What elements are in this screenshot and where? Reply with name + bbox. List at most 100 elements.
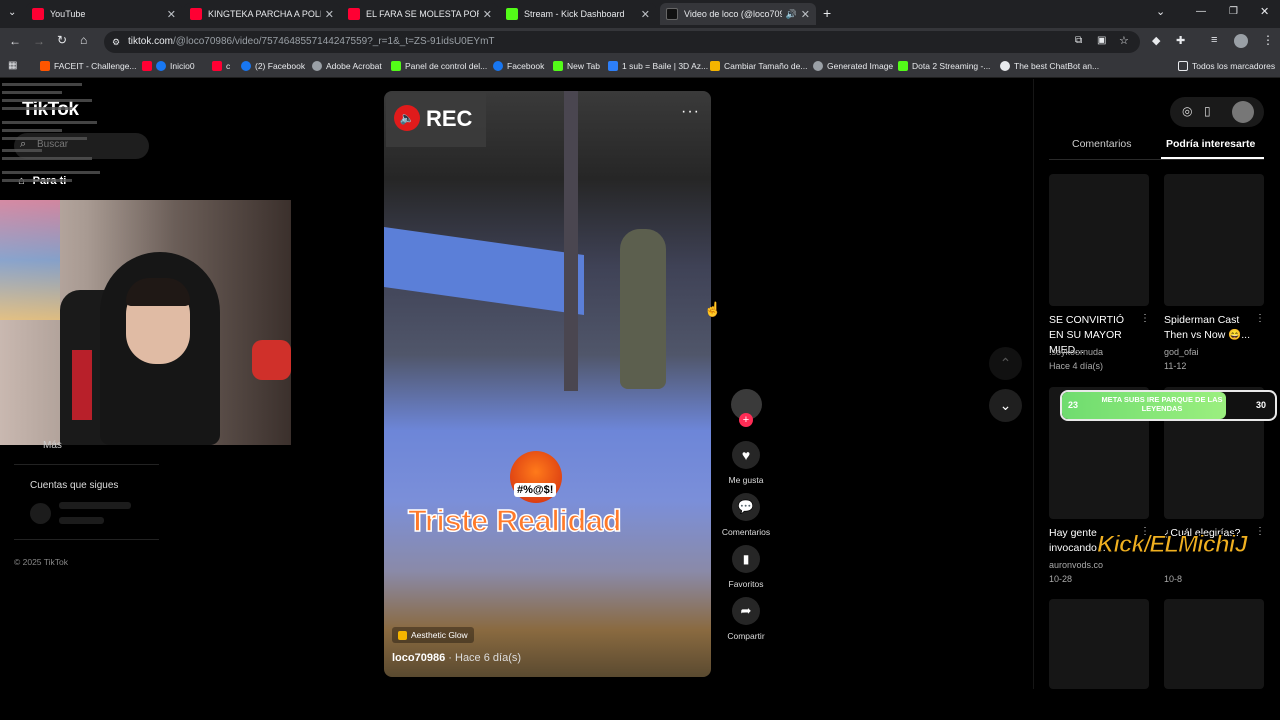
chair-red bbox=[72, 350, 92, 420]
tab-tiktok-video[interactable]: Video de loco (@loco7098 🔊 ✕ bbox=[660, 3, 816, 25]
new-tab-icon[interactable]: + bbox=[823, 5, 831, 21]
chevron-up-icon: ⌃ bbox=[999, 355, 1012, 371]
suggestion-thumbnail[interactable] bbox=[1049, 174, 1149, 306]
user-avatar[interactable] bbox=[1232, 101, 1254, 123]
menu-dots-icon[interactable]: ⋮ bbox=[1262, 33, 1274, 47]
tab-search-icon[interactable]: ⌄ bbox=[8, 7, 16, 18]
suggestion-author: auronvods.co bbox=[1049, 560, 1104, 570]
all-bookmarks[interactable]: Todos los marcadores bbox=[1178, 61, 1275, 71]
globe-icon bbox=[312, 61, 322, 71]
webcam-feed bbox=[0, 200, 291, 445]
bookmark-label: The best ChatBot an... bbox=[1014, 61, 1100, 71]
kick-icon bbox=[506, 8, 518, 20]
bookmark-baile[interactable]: 1 sub = Baile | 3D Az... bbox=[608, 61, 708, 71]
back-icon[interactable]: ← bbox=[9, 34, 21, 48]
bookmark-label: 1 sub = Baile | 3D Az... bbox=[622, 61, 709, 71]
bookmark-facebook-2[interactable]: (2) Facebook bbox=[241, 61, 305, 71]
bookmark-faceit[interactable]: FACEIT - Challenge... bbox=[40, 61, 137, 71]
share-button[interactable]: ➦ bbox=[732, 597, 760, 625]
extension-icon[interactable]: ◆ bbox=[1152, 34, 1160, 47]
share-label: Compartir bbox=[727, 631, 765, 641]
nav-more[interactable]: Más bbox=[43, 440, 62, 451]
tab-el-fara[interactable]: EL FARA SE MOLESTA POR ✕ bbox=[342, 3, 498, 25]
image-icon bbox=[710, 61, 720, 71]
suggestion-thumbnail[interactable] bbox=[1164, 174, 1264, 306]
speaker-icon[interactable]: 🔊 bbox=[786, 9, 797, 20]
bookmark-c[interactable]: c bbox=[212, 61, 230, 71]
bookmark-star-icon[interactable]: ☆ bbox=[1119, 34, 1129, 47]
translate-icon[interactable]: ⧉ bbox=[1075, 35, 1082, 46]
home-icon[interactable]: ⌂ bbox=[80, 33, 87, 47]
close-tab-icon[interactable]: ✕ bbox=[801, 8, 810, 21]
site-info-icon[interactable]: ⚙ bbox=[112, 31, 120, 53]
extensions-puzzle-icon[interactable]: ✚ bbox=[1176, 34, 1185, 47]
forward-icon[interactable]: → bbox=[33, 34, 45, 48]
suggestion-thumbnail[interactable] bbox=[1164, 599, 1264, 689]
install-icon[interactable]: ▣ bbox=[1097, 35, 1106, 46]
toolbar: ← → ↻ ⌂ ⚙ tiktok.com/@loco70986/video/75… bbox=[0, 28, 1280, 56]
tab-youtube[interactable]: YouTube ✕ bbox=[26, 3, 182, 25]
rec-badge: 🔈 REC bbox=[386, 93, 486, 147]
bookmark-dota[interactable]: Dota 2 Streaming -... bbox=[898, 61, 990, 71]
profile-avatar[interactable] bbox=[1234, 34, 1248, 48]
youtube-icon bbox=[190, 8, 202, 20]
more-options-icon[interactable]: ⋮ bbox=[1255, 313, 1265, 324]
tab-kick-dashboard[interactable]: Stream - Kick Dashboard ✕ bbox=[500, 3, 656, 25]
suggestion-thumbnail[interactable] bbox=[1049, 599, 1149, 689]
apps-grid-icon[interactable]: ▦ bbox=[8, 60, 17, 71]
following-avatar bbox=[30, 503, 51, 524]
bookmark-new-tab[interactable]: New Tab bbox=[553, 61, 600, 71]
comments-button[interactable]: 💬 bbox=[732, 493, 760, 521]
top-right-controls: ◎ ▯ bbox=[1170, 97, 1264, 127]
reload-icon[interactable]: ↻ bbox=[57, 33, 67, 47]
tool-icon bbox=[608, 61, 618, 71]
video-caption: Triste Realidad bbox=[407, 502, 622, 539]
bookmark-adobe[interactable]: Adobe Acrobat bbox=[312, 61, 382, 71]
bookmark-generated[interactable]: Generated Image bbox=[813, 61, 893, 71]
like-button[interactable]: ♥ bbox=[732, 441, 760, 469]
next-video-button[interactable]: ⌄ bbox=[989, 389, 1022, 422]
bookmark-label: Generated Image bbox=[827, 61, 894, 71]
tab-kingteka[interactable]: KINGTEKA PARCHA A POLI ✕ bbox=[184, 3, 340, 25]
bookmark-chatbot[interactable]: The best ChatBot an... bbox=[1000, 61, 1099, 71]
suggestion-date: 10-28 bbox=[1049, 574, 1073, 584]
bookmark-facebook[interactable]: Facebook bbox=[493, 61, 544, 71]
live-icon[interactable]: ◎ bbox=[1182, 104, 1192, 118]
bookmark-label: Facebook bbox=[507, 61, 545, 71]
suggestion-title[interactable]: Spiderman Cast Then vs Now 😄... bbox=[1164, 313, 1252, 343]
previous-video-button[interactable]: ⌃ bbox=[989, 347, 1022, 380]
close-window-icon[interactable]: ✕ bbox=[1260, 5, 1269, 18]
faceit-icon bbox=[40, 61, 50, 71]
follow-plus-icon[interactable]: + bbox=[739, 413, 753, 427]
effect-label: Aesthetic Glow bbox=[411, 630, 468, 640]
media-control-icon[interactable]: ≡ bbox=[1211, 34, 1217, 46]
video-author[interactable]: loco70986 bbox=[392, 652, 445, 664]
address-bar[interactable]: ⚙ tiktok.com/@loco70986/video/7574648557… bbox=[104, 31, 1140, 53]
close-tab-icon[interactable]: ✕ bbox=[641, 8, 650, 21]
video-wall bbox=[384, 226, 584, 316]
chrome-menu-icon[interactable]: ⌄ bbox=[1156, 5, 1165, 18]
kick-icon bbox=[553, 61, 563, 71]
divider bbox=[14, 464, 159, 465]
effect-badge[interactable]: Aesthetic Glow bbox=[392, 627, 474, 643]
more-options-icon[interactable]: ··· bbox=[681, 103, 700, 121]
tiktok-icon bbox=[666, 8, 678, 20]
more-options-icon[interactable]: ⋮ bbox=[1140, 313, 1150, 324]
device-icon[interactable]: ▯ bbox=[1204, 104, 1211, 118]
tab-interest[interactable]: Podría interesarte bbox=[1166, 138, 1255, 150]
bookmark-panel[interactable]: Panel de control del... bbox=[391, 61, 487, 71]
close-tab-icon[interactable]: ✕ bbox=[325, 8, 334, 21]
bookmark-inicio[interactable]: Inicio0 bbox=[142, 61, 195, 71]
folder-icon bbox=[1178, 61, 1188, 71]
minimize-icon[interactable]: — bbox=[1196, 6, 1206, 17]
bookmark-label: Cambiar Tamaño de... bbox=[724, 61, 808, 71]
video-player[interactable]: 🔈 REC ··· #%@$! Triste Realidad Aestheti… bbox=[384, 91, 711, 677]
more-options-icon[interactable]: ⋮ bbox=[1255, 526, 1265, 537]
tab-comments[interactable]: Comentarios bbox=[1072, 138, 1132, 150]
restore-icon[interactable]: ❐ bbox=[1229, 6, 1238, 17]
right-panel-divider bbox=[1033, 79, 1034, 689]
favorites-button[interactable]: ▮ bbox=[732, 545, 760, 573]
close-tab-icon[interactable]: ✕ bbox=[167, 8, 176, 21]
close-tab-icon[interactable]: ✕ bbox=[483, 8, 492, 21]
bookmark-resize[interactable]: Cambiar Tamaño de... bbox=[710, 61, 807, 71]
